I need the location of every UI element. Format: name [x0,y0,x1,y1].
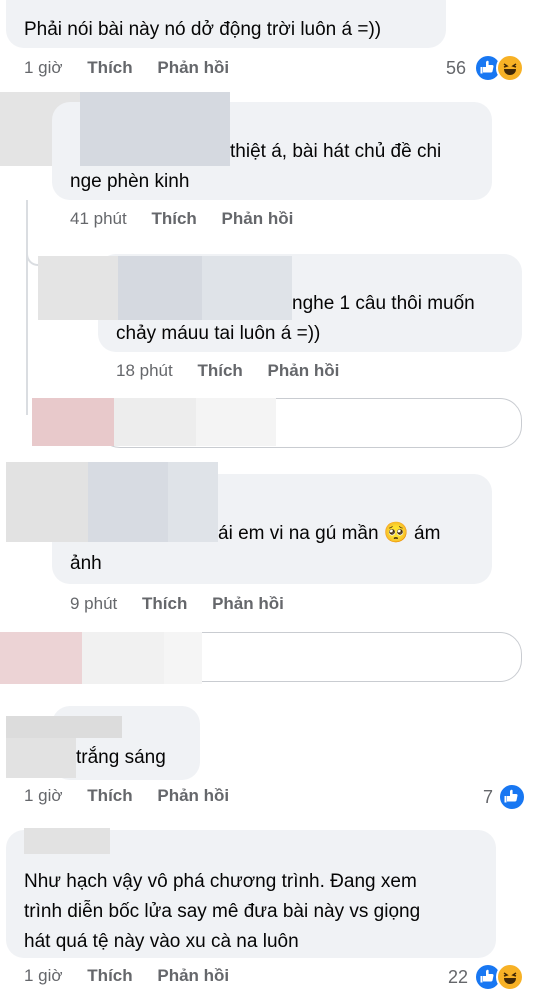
redacted-avatar [32,398,114,446]
like-button[interactable]: Thích [87,786,132,805]
comment-text: ảnh [70,553,102,574]
reply-button[interactable]: Phản hồi [157,966,229,985]
redacted-name [164,632,202,684]
comment-meta: 18 phút Thích Phản hồi [116,361,339,381]
thread-line [26,200,28,415]
redacted-name [24,828,110,854]
redacted-name [80,92,230,166]
like-button[interactable]: Thích [151,209,196,228]
pleading-face-emoji: 🥺 [383,522,409,544]
reaction-count[interactable]: 56 [446,58,466,79]
redacted-avatar [0,632,82,684]
comment-time[interactable]: 1 giờ [24,786,63,805]
comment-text: hát quá tệ này vào xu cà na luôn [24,931,299,952]
comment-text-part: ái em vi na gú mần [218,523,379,544]
haha-icon [496,963,524,991]
comment-text: nghe 1 câu thôi muốn [292,293,475,314]
redacted-name [88,462,168,542]
redacted-avatar [6,734,76,778]
comment-text: thiệt á, bài hát chủ đề chi [230,141,442,162]
redacted-avatar [6,462,88,542]
comment-meta: 41 phút Thích Phản hồi [70,209,293,229]
redacted-name [196,398,276,446]
comment-text-part: ám [414,523,441,544]
redacted-name [168,462,218,542]
comment-time[interactable]: 41 phút [70,209,127,228]
reaction-count[interactable]: 22 [448,967,468,988]
redacted-name [118,256,202,320]
redacted-name [202,256,292,320]
like-icon [498,783,526,811]
like-button[interactable]: Thích [197,361,242,380]
comment-time[interactable]: 1 giờ [24,58,63,77]
reply-button[interactable]: Phản hồi [212,594,284,613]
reply-button[interactable]: Phản hồi [157,58,229,77]
redacted-name [114,398,196,446]
comment-text: Như hạch vậy vô phá chương trình. Đang x… [24,871,417,892]
like-button[interactable]: Thích [142,594,187,613]
comment-time[interactable]: 18 phút [116,361,173,380]
comment-text: chảy máuu tai luôn á =)) [116,323,321,344]
comment-meta: 1 giờ Thích Phản hồi [24,786,229,806]
comment-text: trắng sáng [76,747,166,768]
haha-icon [496,54,524,82]
comment-meta: 1 giờ Thích Phản hồi [24,58,229,78]
comment-text: nge phèn kinh [70,171,190,192]
comment-text: trình diễn bốc lửa say mê đưa bài này vs… [24,901,421,922]
comment-text: Phải nói bài này nó dở động trời luôn á … [24,19,382,40]
redacted-name [38,256,118,320]
comment-meta: 1 giờ Thích Phản hồi [24,966,229,986]
redacted-name [82,632,164,684]
comment-meta: 9 phút Thích Phản hồi [70,594,284,614]
redacted-name [6,716,122,738]
reply-button[interactable]: Phản hồi [268,361,340,380]
reply-button[interactable]: Phản hồi [222,209,294,228]
reaction-count[interactable]: 7 [483,787,493,808]
comment-time[interactable]: 1 giờ [24,966,63,985]
like-button[interactable]: Thích [87,58,132,77]
reply-button[interactable]: Phản hồi [157,786,229,805]
comment-text: ái em vi na gú mần 🥺 ám [218,518,440,549]
like-button[interactable]: Thích [87,966,132,985]
comment-time[interactable]: 9 phút [70,594,117,613]
